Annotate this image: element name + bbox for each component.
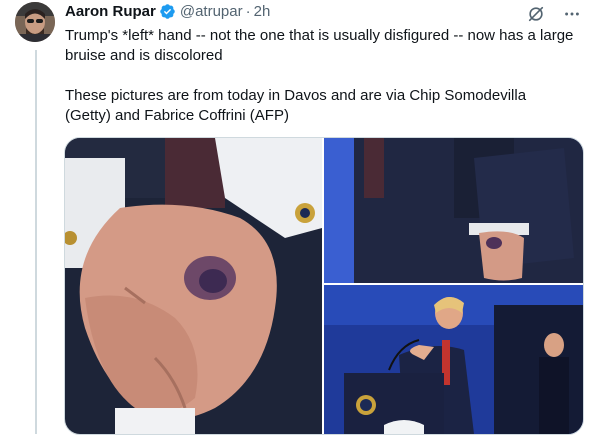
grok-icon[interactable] (526, 4, 546, 24)
avatar[interactable] (15, 2, 55, 42)
tweet-header: Aaron Rupar @atrupar · 2h (65, 3, 270, 20)
author-handle[interactable]: @atrupar (180, 3, 243, 20)
tweet-text: Trump's *left* hand -- not the one that … (65, 26, 575, 126)
author-name[interactable]: Aaron Rupar (65, 3, 156, 20)
media-photo-speaker-podium[interactable] (324, 285, 583, 434)
media-grid (64, 137, 584, 435)
media-photo-hand-at-side[interactable] (324, 138, 583, 283)
separator-dot: · (245, 3, 251, 20)
tweet-paragraph-2: These pictures are from today in Davos a… (65, 87, 531, 124)
media-photo-bruised-hand[interactable] (65, 138, 322, 434)
verified-badge-icon[interactable] (159, 3, 176, 20)
timestamp[interactable]: 2h (254, 3, 271, 20)
tweet-top-actions (526, 4, 582, 24)
more-icon[interactable] (562, 4, 582, 24)
thread-connector-line (35, 50, 37, 434)
tweet-paragraph-1: Trump's *left* hand -- not the one that … (65, 27, 578, 64)
